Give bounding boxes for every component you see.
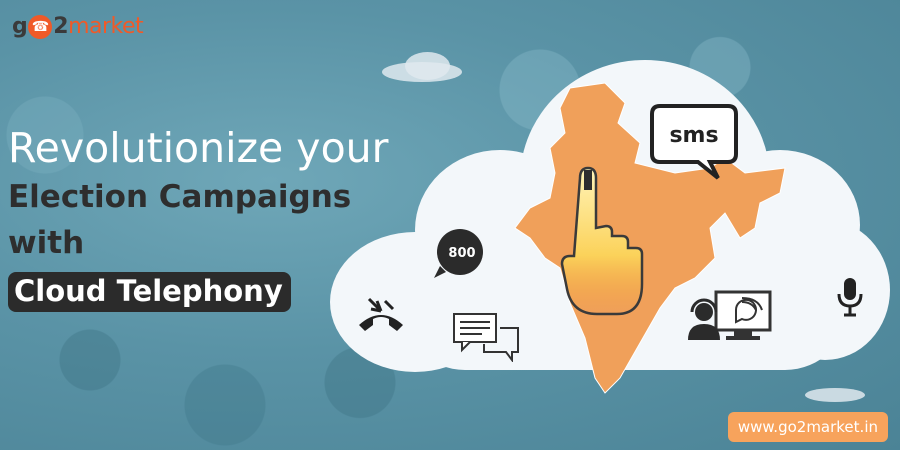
election-banner: g ☎ 2 market sms 800 Revolutionize your … [0,0,900,450]
agent-screen-icon [688,290,772,340]
highlight-pill: Cloud Telephony [8,272,291,312]
headline-line3: with [8,225,85,261]
go2market-logo[interactable]: g ☎ 2 market [12,14,144,39]
small-cloud [405,52,450,80]
sms-bubble-icon: sms [650,104,738,180]
logo-prefix: g [12,14,28,39]
small-cloud-bottom [805,388,865,402]
headline-line2: Election Campaigns [8,179,352,215]
phone-logo-icon: ☎ [28,14,53,39]
sms-label: sms [669,123,718,148]
tollfree-phone-icon: 800 [434,229,483,278]
microphone-icon [837,278,863,317]
headline: Revolutionize your Election Campaigns wi… [8,122,389,312]
website-link[interactable]: www.go2market.in [727,412,888,442]
logo-mid: 2 [53,14,69,39]
tollfree-label: 800 [448,246,475,261]
logo-tail: market [68,14,144,39]
headline-line1: Revolutionize your [8,124,389,172]
chat-bubbles-icon [453,313,519,362]
